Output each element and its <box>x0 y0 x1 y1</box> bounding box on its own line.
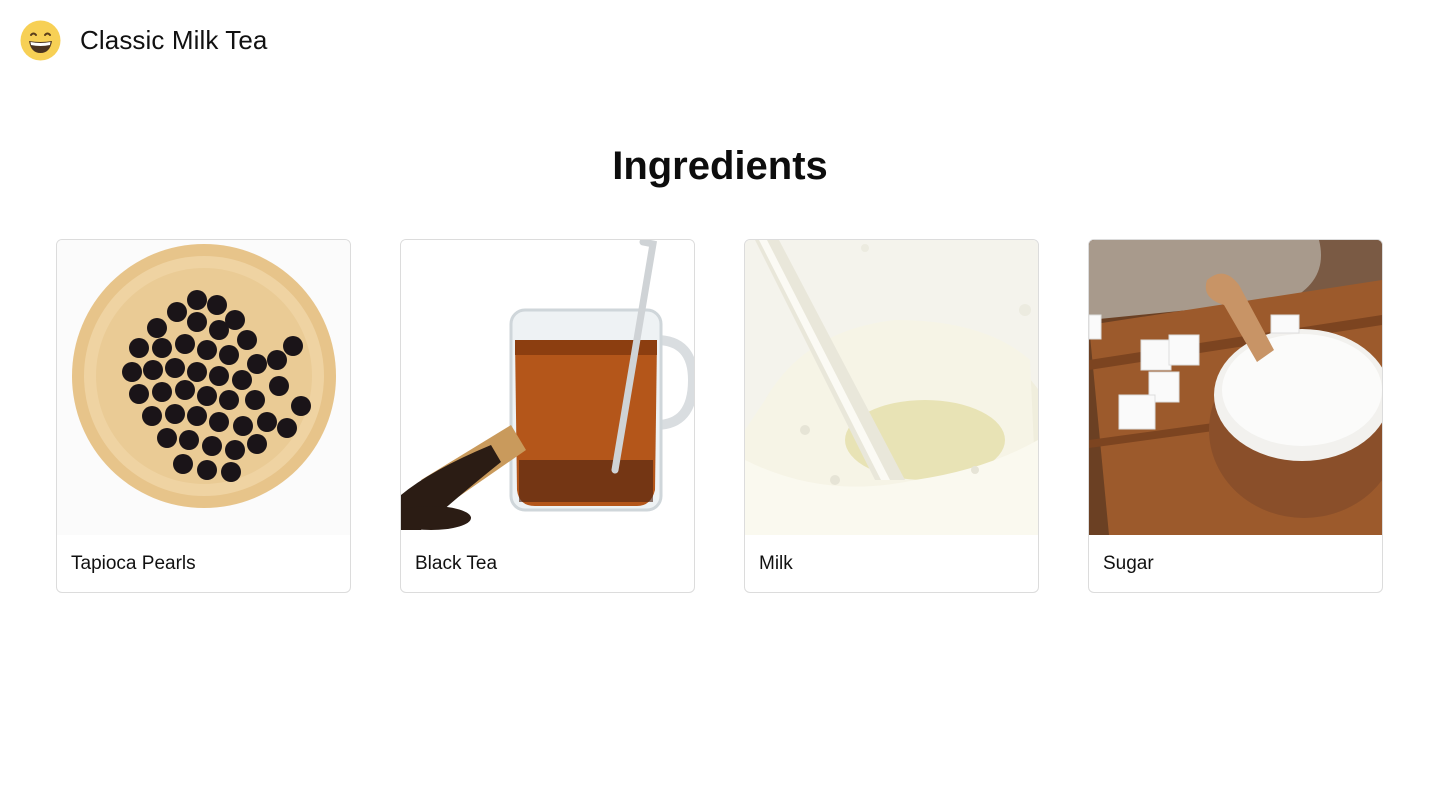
grinning-face-icon <box>20 20 61 61</box>
ingredients-grid: Tapioca Pearls Black Tea Milk Sugar <box>56 239 1383 593</box>
ingredient-name: Milk <box>759 552 793 574</box>
tapioca-pearls-image <box>57 240 350 535</box>
ingredient-card-sugar[interactable]: Sugar <box>1088 239 1383 593</box>
ingredient-name: Black Tea <box>415 552 498 574</box>
milk-splash-image <box>745 240 1038 535</box>
app-header: Classic Milk Tea <box>20 20 268 61</box>
ingredient-name: Tapioca Pearls <box>71 552 196 574</box>
section-title: Ingredients <box>612 144 828 188</box>
app-title: Classic Milk Tea <box>80 25 268 55</box>
ingredient-card-black-tea[interactable]: Black Tea <box>400 239 695 593</box>
ingredient-card-tapioca-pearls[interactable]: Tapioca Pearls <box>56 239 351 593</box>
black-tea-image <box>401 240 694 535</box>
sugar-bowl-image <box>1089 240 1382 535</box>
ingredient-card-milk[interactable]: Milk <box>744 239 1039 593</box>
ingredient-name: Sugar <box>1103 552 1154 574</box>
